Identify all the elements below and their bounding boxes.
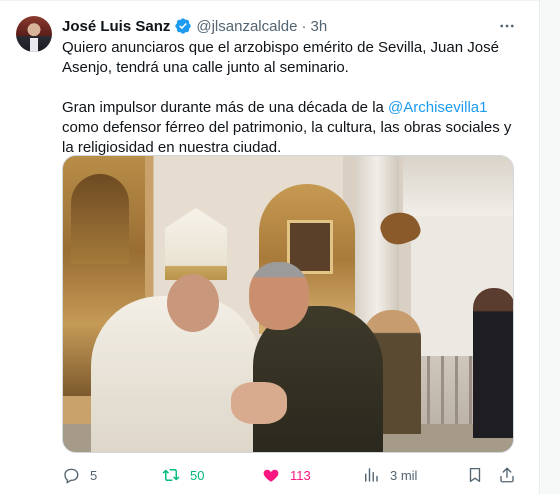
tweet-header: José Luis Sanz @jlsanzalcalde · 3h [62, 15, 327, 37]
mention-link[interactable]: @Archisevilla1 [388, 99, 487, 116]
author-handle[interactable]: @jlsanzalcalde [196, 18, 297, 35]
share-icon [500, 467, 514, 483]
views-count: 3 mil [390, 467, 418, 483]
photo-arch [403, 156, 513, 216]
views-button[interactable]: 3 mil [362, 465, 417, 485]
tweet-paragraph-1: Quiero anunciaros que el arzobispo eméri… [62, 39, 499, 76]
author-name[interactable]: José Luis Sanz [62, 18, 170, 35]
tweet-paragraph-2: Gran impulsor durante más de una década … [62, 98, 522, 158]
retweet-icon [162, 469, 180, 481]
tweet[interactable]: José Luis Sanz @jlsanzalcalde · 3h Quier… [0, 0, 540, 494]
timestamp[interactable]: 3h [311, 18, 328, 35]
like-count: 113 [290, 467, 311, 483]
more-options-icon[interactable] [496, 16, 518, 36]
photo-handshake [231, 382, 287, 424]
paragraph-2-start: Gran impulsor durante más de una década … [62, 99, 389, 116]
photo-man-face [249, 262, 309, 330]
retweet-count: 50 [190, 467, 205, 483]
tweet-text: Quiero anunciaros que el arzobispo eméri… [62, 38, 522, 158]
heart-icon [263, 469, 279, 482]
more-dots-svg [500, 24, 514, 28]
verified-badge-icon [174, 17, 192, 35]
tweet-photo[interactable] [62, 155, 514, 453]
bookmark-button[interactable] [466, 465, 484, 485]
share-button[interactable] [498, 465, 516, 485]
reply-count: 5 [90, 467, 98, 483]
avatar[interactable] [16, 16, 52, 52]
views-icon [365, 468, 378, 482]
avatar-shirt [30, 38, 38, 52]
like-button[interactable]: 113 [262, 465, 311, 485]
right-gutter [540, 0, 560, 494]
photo-niche [71, 174, 129, 264]
photo-person-right [473, 288, 513, 438]
paragraph-2-end: como defensor férreo del patrimonio, la … [62, 119, 512, 156]
reply-button[interactable]: 5 [62, 465, 97, 485]
separator-dot: · [301, 17, 307, 35]
bookmark-icon [469, 467, 481, 483]
photo-bishop-face [167, 274, 219, 332]
action-bar: 5 50 113 3 mil [62, 465, 524, 485]
retweet-button[interactable]: 50 [162, 465, 204, 485]
reply-icon [64, 468, 79, 484]
